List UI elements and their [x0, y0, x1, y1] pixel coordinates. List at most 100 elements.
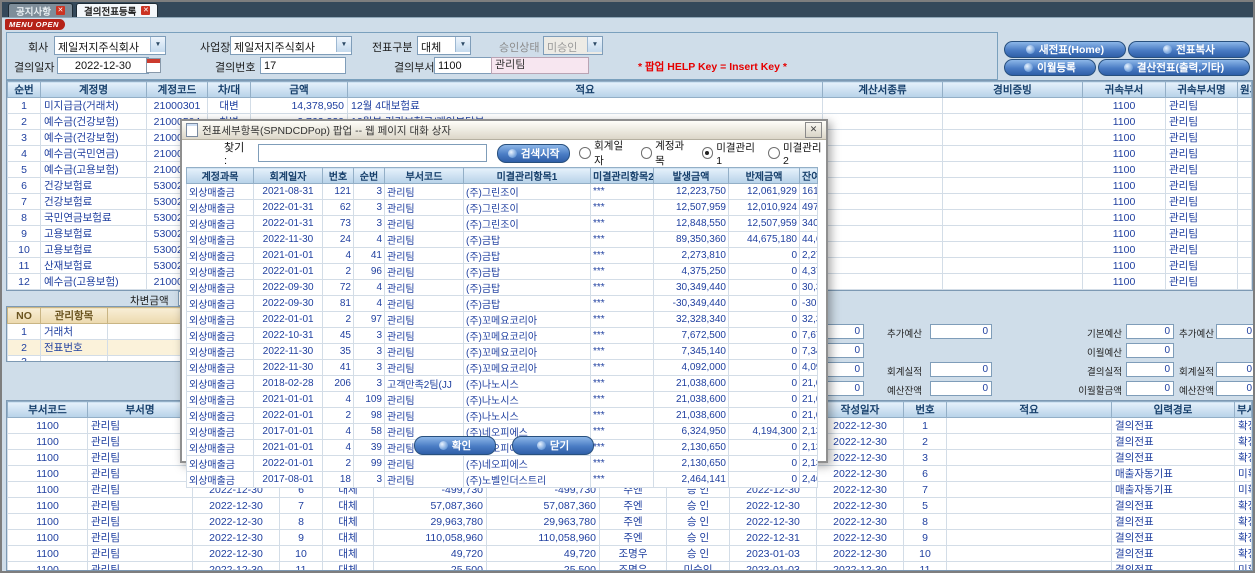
radio-label: 회계일자: [594, 140, 624, 167]
table-row[interactable]: 외상매출금 2022-01-31 62 3 관리팀 (주)그린조이 *** 12,507,95…: [186, 199, 818, 216]
resolution-date-input[interactable]: [57, 57, 149, 74]
table-row[interactable]: 외상매출금 2022-11-30 35 3 관리팀 (주)꼬메요코리아 *** 7,345,1…: [186, 343, 818, 360]
table-cell: 11: [903, 561, 947, 570]
closing-voucher-button[interactable]: 결산전표(출력,기타): [1098, 59, 1250, 76]
budget-field[interactable]: 0: [1126, 362, 1174, 377]
tab-close-icon[interactable]: ✕: [55, 6, 65, 15]
dept-code-input[interactable]: [434, 57, 492, 74]
table-cell: 1100: [1082, 257, 1166, 274]
table-row[interactable]: 외상매출금 2022-01-01 2 96 관리팀 (주)금탑 *** 4,375,250 0 4…: [186, 263, 818, 280]
table-cell: 관리팀: [1165, 289, 1238, 290]
budget-field[interactable]: 0: [930, 381, 992, 396]
table-cell: 2022-12-30: [816, 417, 904, 434]
table-cell: 1100: [1082, 241, 1166, 258]
budget-field[interactable]: 0: [1126, 343, 1174, 358]
table-cell: 조명우: [599, 561, 667, 570]
table-cell: [1237, 177, 1252, 194]
carryover-button[interactable]: 이월등록: [1004, 59, 1096, 76]
ok-button[interactable]: 확인: [414, 436, 496, 455]
chevron-down-icon[interactable]: ▼: [455, 37, 470, 52]
table-cell: [822, 257, 943, 274]
dept-name-field[interactable]: 관리팀: [491, 57, 589, 74]
table-row[interactable]: 1 미지급금(거래처) 21000301 대변 14,378,950 12월 4대보험료 1…: [7, 97, 1252, 114]
table-row[interactable]: 외상매출금 2022-01-01 2 99 관리팀 (주)네오피에스 *** 2,130,65…: [186, 455, 818, 472]
table-row[interactable]: 외상매출금 2021-01-01 4 109 관리팀 (주)나노시스 *** 21,038,6…: [186, 391, 818, 408]
table-cell: ***: [590, 279, 654, 296]
new-voucher-button[interactable]: 새전표(Home): [1004, 41, 1126, 58]
tab-voucher-entry[interactable]: 결의전표등록 ✕: [75, 3, 159, 18]
table-cell: 1100: [7, 449, 88, 466]
table-cell: ***: [590, 455, 654, 472]
table-cell: 2: [322, 407, 354, 424]
budget-field[interactable]: 0: [1216, 362, 1253, 377]
voucher-type-select[interactable]: 대체 ▼: [417, 36, 471, 55]
budget-field[interactable]: 0: [1126, 381, 1174, 396]
table-row[interactable]: 외상매출금 2022-01-01 2 97 관리팀 (주)꼬메요코리아 *** 32,328,…: [186, 311, 818, 328]
radio-open-mgmt2[interactable]: 미결관리2: [768, 140, 826, 167]
table-cell: ***: [590, 183, 654, 200]
table-cell: 관리팀: [384, 247, 464, 264]
chevron-down-icon[interactable]: ▼: [150, 37, 165, 52]
table-row[interactable]: 외상매출금 2018-02-28 206 3 고객만족2팀(JJ (주)나노시스 *** 21…: [186, 375, 818, 392]
radio-account-date[interactable]: 회계일자: [579, 138, 631, 168]
tab-notice[interactable]: 공지사항 ✕: [8, 3, 73, 18]
budget-field[interactable]: 0: [1216, 381, 1253, 396]
radio-account-title[interactable]: 계정과목: [640, 138, 693, 168]
popup-title-bar[interactable]: 전표세부항목(SPNDCDPop) 팝업 -- 웹 페이지 대화 상자 ✕: [182, 121, 826, 140]
table-cell: 14,378,950: [250, 97, 348, 114]
table-cell: 승 인: [666, 545, 730, 562]
table-cell: 관리팀: [384, 311, 464, 328]
table-cell: 외상매출금: [186, 295, 254, 312]
budget-field[interactable]: 0: [930, 362, 992, 377]
table-cell: 예수금(고용보험): [40, 273, 147, 290]
table-cell: [946, 561, 1112, 570]
find-input[interactable]: [257, 144, 487, 162]
menu-open-button[interactable]: MENU OPEN: [5, 19, 65, 30]
table-row[interactable]: 1100 관리팀 2022-12-30 8 대체 29,963,780 29,963,780…: [7, 513, 1252, 530]
chevron-down-icon[interactable]: ▼: [336, 37, 351, 52]
budget-label: 기본예산: [1087, 329, 1122, 340]
copy-voucher-button[interactable]: 전표복사: [1128, 41, 1250, 58]
table-cell: 5: [7, 161, 41, 178]
table-row[interactable]: 외상매출금 2022-01-31 73 3 관리팀 (주)그린조이 *** 12,848,55…: [186, 215, 818, 232]
bizplace-select[interactable]: 제일저지주식회사 ▼: [230, 36, 352, 55]
table-cell: 2022-11-30: [253, 343, 323, 360]
table-row[interactable]: 외상매출금 2022-09-30 81 4 관리팀 (주)금탑 *** -30,349,440…: [186, 295, 818, 312]
column-header: 금액: [250, 81, 348, 98]
table-row[interactable]: 외상매출금 2021-08-31 121 3 관리팀 (주)그린조이 *** 12,223,7…: [186, 183, 818, 200]
budget-field[interactable]: 0: [1216, 324, 1253, 339]
table-cell: ***: [590, 407, 654, 424]
table-cell: (주)나노시스: [463, 407, 591, 424]
table-row[interactable]: 외상매출금 2022-01-01 2 98 관리팀 (주)나노시스 *** 21,038,60…: [186, 407, 818, 424]
tab-close-icon[interactable]: ✕: [141, 6, 151, 15]
table-cell: 3: [7, 129, 41, 146]
table-row[interactable]: 외상매출금 2022-10-31 45 3 관리팀 (주)꼬메요코리아 *** 7,672,5…: [186, 327, 818, 344]
table-cell: 관리팀: [384, 359, 464, 376]
table-row[interactable]: 외상매출금 2022-11-30 41 3 관리팀 (주)꼬메요코리아 *** 4,092,0…: [186, 359, 818, 376]
table-row[interactable]: 1100 관리팀 2022-12-30 10 대체 49,720 49,720 조명우 승 인2…: [7, 545, 1252, 562]
table-cell: 1100: [1082, 289, 1166, 290]
table-row[interactable]: 외상매출금 2022-09-30 72 4 관리팀 (주)금탑 *** 30,349,440 0…: [186, 279, 818, 296]
table-row[interactable]: 외상매출금 2022-11-30 24 4 관리팀 (주)금탑 *** 89,350,360 4…: [186, 231, 818, 248]
budget-field[interactable]: 0: [1126, 324, 1174, 339]
close-button[interactable]: 닫기: [512, 436, 594, 455]
table-row[interactable]: 1100 관리팀 2022-12-30 7 대체 57,087,360 57,087,360…: [7, 497, 1252, 514]
table-row[interactable]: 1100 관리팀 2022-12-30 9 대체 110,058,960 110,058,9…: [7, 529, 1252, 546]
close-icon[interactable]: ✕: [805, 122, 822, 138]
table-row[interactable]: 1100 관리팀 2022-12-30 11 대체 25,500 25,500 조명우 미승인 2…: [7, 561, 1252, 570]
calendar-icon[interactable]: [146, 58, 161, 73]
chevron-down-icon[interactable]: ▼: [587, 37, 602, 52]
approval-status-select[interactable]: 미승인 ▼: [543, 36, 603, 55]
table-cell: 11: [279, 561, 323, 570]
budget-field[interactable]: 0: [930, 324, 992, 339]
table-row[interactable]: 외상매출금 2021-01-01 4 41 관리팀 (주)금탑 *** 2,273,810 0 2…: [186, 247, 818, 264]
table-cell: 2022-01-31: [253, 215, 323, 232]
resolution-no-input[interactable]: [260, 57, 346, 74]
radio-open-mgmt1[interactable]: 미결관리1: [701, 140, 760, 167]
table-cell: (주)꼬메요코리아: [463, 311, 591, 328]
table-cell: [1237, 145, 1252, 162]
company-select[interactable]: 제일저지주식회사 ▼: [54, 36, 166, 55]
table-cell: 관리팀: [1165, 209, 1238, 226]
table-row[interactable]: 외상매출금 2017-08-01 18 3 관리팀 (주)노벨인더스트리 *** 2,464,…: [186, 471, 818, 488]
search-start-button[interactable]: 검색시작: [496, 143, 571, 163]
